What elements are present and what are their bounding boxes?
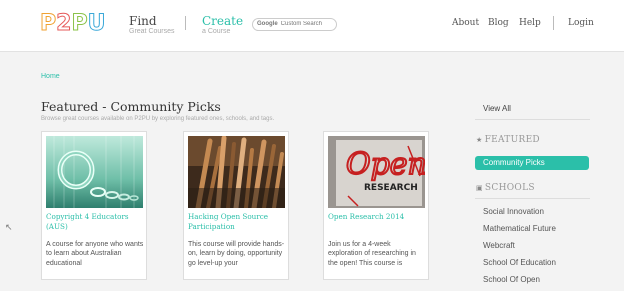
course-thumbnail-tools[interactable] [188,136,285,208]
nav-blog-link[interactable]: Blog [488,18,509,28]
star-icon: ★ [476,136,483,144]
course-description: Join us for a 4-week exploration of rese… [328,241,416,267]
sidebar-item-mathematical-future[interactable]: Mathematical Future [483,224,556,233]
page-subtitle: Browse great courses available on P2PU b… [41,116,275,122]
sidebar-item-social-innovation[interactable]: Social Innovation [483,207,544,216]
nav-create-link[interactable]: Create a Course [202,15,243,35]
sidebar-item-school-of-education[interactable]: School Of Education [483,258,556,267]
course-thumbnail-glass-rings[interactable] [46,136,143,208]
nav-find-subtitle: Great Courses [129,28,175,35]
school-icon: ▣ [476,184,483,192]
schools-heading: ▣ SCHOOLS [476,183,535,193]
site-header: P 2 P U Find Great Courses Create a Cour… [0,0,624,52]
featured-heading: ★ FEATURED [476,135,540,145]
course-description: A course for anyone who wants to learn a… [46,241,144,267]
p2pu-logo[interactable]: P 2 P U [39,11,105,37]
course-thumbnail-open-research[interactable]: Open RESEARCH [328,136,425,208]
view-all-link[interactable]: View All [483,104,511,113]
sidebar-item-school-of-open[interactable]: School Of Open [483,275,540,284]
search-input[interactable] [280,21,335,27]
page-title: Featured - Community Picks [41,99,221,114]
nav-create-title: Create [202,14,244,28]
sidebar-divider [475,119,590,120]
open-handwritten-text: Open [346,147,425,182]
course-title[interactable]: Copyright 4 Educators (AUS) [46,212,146,231]
course-card[interactable]: Hacking Open Source Participation This c… [183,131,289,280]
course-title[interactable]: Hacking Open Source Participation [188,212,288,231]
google-brand-label: Google [257,21,278,27]
research-label-text: RESEARCH [364,183,418,193]
sidebar-item-community-picks[interactable]: Community Picks [475,156,589,170]
breadcrumb-home[interactable]: Home [41,73,60,80]
course-description: This course will provide hands-on, learn… [188,241,285,267]
sidebar-divider [475,198,590,199]
nav-login-link[interactable]: Login [568,18,594,28]
mouse-cursor-icon: ↖ [5,222,13,232]
nav-help-link[interactable]: Help [519,18,541,28]
course-card[interactable]: Copyright 4 Educators (AUS) A course for… [41,131,147,280]
nav-divider [185,16,186,30]
sidebar-item-webcraft[interactable]: Webcraft [483,241,515,250]
nav-find-link[interactable]: Find Great Courses [129,15,175,35]
nav-divider [553,16,554,30]
course-card[interactable]: Open RESEARCH Open Research 2014 Join us… [323,131,429,280]
nav-about-link[interactable]: About [452,18,479,28]
nav-find-title: Find [129,14,157,28]
course-title[interactable]: Open Research 2014 [328,212,428,222]
nav-create-subtitle: a Course [202,28,231,35]
custom-search-box[interactable]: Google [252,18,337,31]
